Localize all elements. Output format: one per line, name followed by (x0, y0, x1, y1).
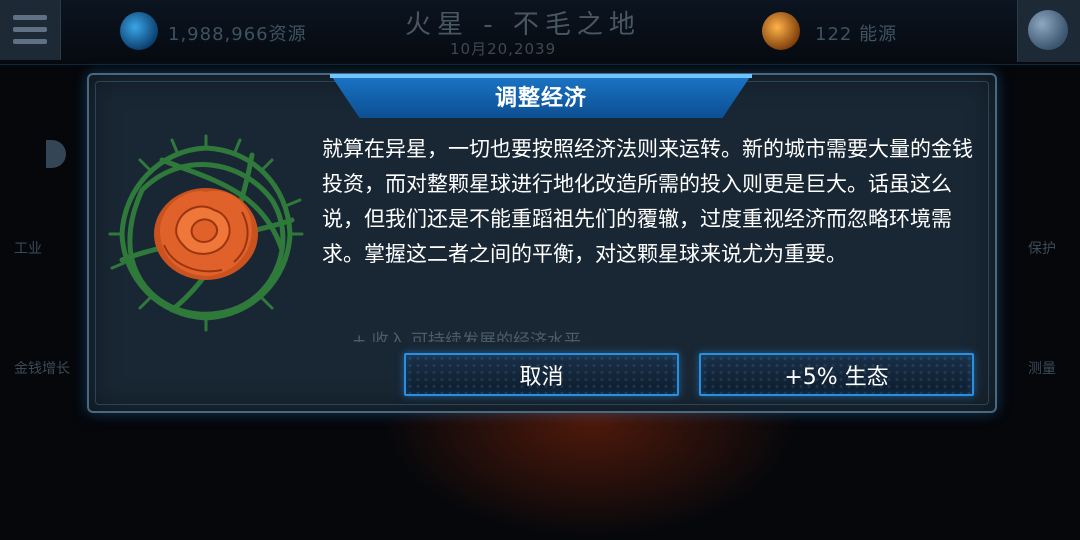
left-label-money: 金钱增长 (14, 361, 70, 377)
dialog-body-text: 就算在异星，一切也要按照经济法则来运转。新的城市需要大量的金钱投资，而对整颗星球… (322, 137, 973, 266)
resources-count: 1,988,966资源 (168, 24, 307, 45)
game-date: 10月20,2039 (450, 40, 557, 58)
right-label-protect: 保护 (1028, 241, 1056, 257)
top-hud-bar: 1,988,966资源 火星 - 不毛之地 10月20,2039 122 能源 (0, 0, 1080, 65)
menu-icon (13, 15, 47, 20)
menu-icon-line (13, 27, 47, 32)
planet-title: 火星 - 不毛之地 (405, 10, 641, 40)
right-label-measure: 测量 (1028, 361, 1056, 377)
resources-icon (120, 12, 158, 50)
title-tab-highlight (330, 74, 752, 78)
dialog-title: 调整经济 (494, 86, 587, 111)
menu-icon-line (13, 39, 47, 44)
globe-button[interactable] (1017, 0, 1080, 62)
rose-thorn-emblem-icon (108, 134, 304, 332)
effect-hint-text: + 收入 可持续发展的经济水平 (352, 331, 582, 342)
globe-icon (1028, 10, 1068, 50)
menu-button[interactable] (0, 0, 61, 60)
cancel-button[interactable]: 取消 (404, 353, 679, 396)
eco-boost-button[interactable]: +5% 生态 (699, 353, 974, 396)
energy-icon (762, 12, 800, 50)
left-label-industry: 工业 (14, 241, 42, 257)
energy-count: 122 能源 (815, 24, 898, 45)
side-tab-handle[interactable] (46, 140, 66, 168)
